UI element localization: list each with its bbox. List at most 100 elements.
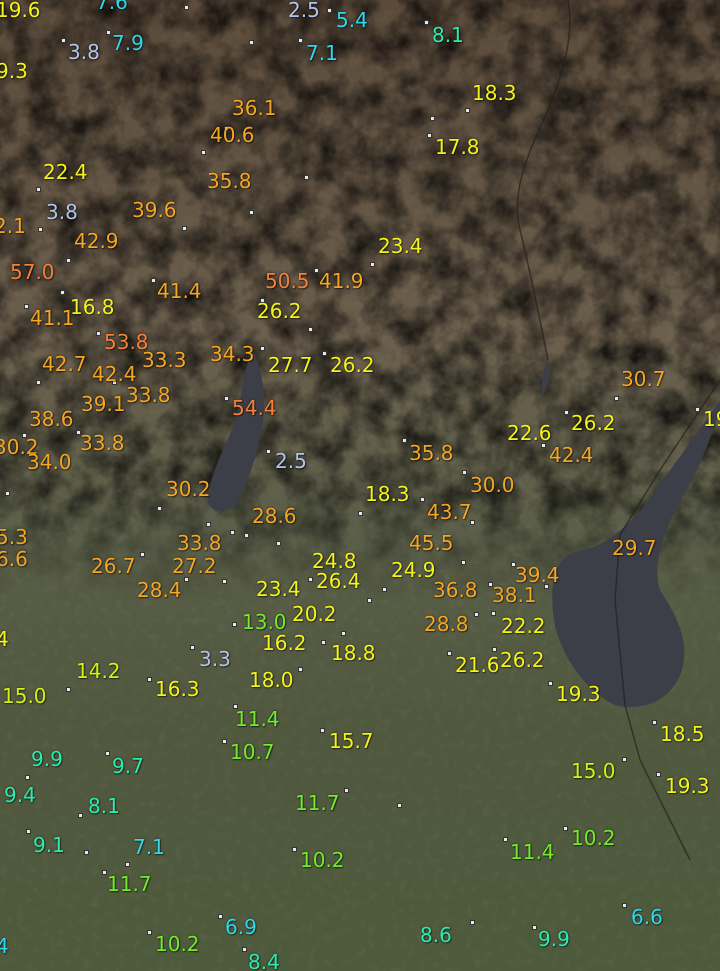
station-marker[interactable] — [563, 826, 568, 831]
station-marker[interactable] — [184, 5, 189, 10]
station-marker[interactable] — [447, 651, 452, 656]
station-marker[interactable] — [470, 920, 475, 925]
station-marker[interactable] — [201, 150, 206, 155]
station-marker[interactable] — [84, 850, 89, 855]
station-marker[interactable] — [370, 262, 375, 267]
station-marker[interactable] — [430, 116, 435, 121]
station-marker[interactable] — [308, 327, 313, 332]
station-reading: 33.8 — [126, 383, 171, 407]
station-reading: 26.2 — [330, 353, 375, 377]
station-marker[interactable] — [5, 491, 10, 496]
station-marker[interactable] — [182, 226, 187, 231]
station-marker[interactable] — [402, 438, 407, 443]
station-marker[interactable] — [367, 598, 372, 603]
station-marker[interactable] — [491, 611, 496, 616]
station-marker[interactable] — [548, 681, 553, 686]
station-marker[interactable] — [276, 541, 281, 546]
station-marker[interactable] — [157, 506, 162, 511]
station-marker[interactable] — [222, 579, 227, 584]
station-marker[interactable] — [420, 497, 425, 502]
station-reading: 23.4 — [256, 577, 301, 601]
station-marker[interactable] — [358, 511, 363, 516]
station-marker[interactable] — [232, 622, 237, 627]
station-marker[interactable] — [474, 612, 479, 617]
station-reading: 9.7 — [112, 754, 144, 778]
station-marker[interactable] — [292, 847, 297, 852]
station-reading: 38.1 — [492, 583, 537, 607]
station-marker[interactable] — [304, 175, 309, 180]
station-marker[interactable] — [24, 304, 29, 309]
station-marker[interactable] — [222, 739, 227, 744]
station-reading: 9.4 — [4, 783, 36, 807]
station-marker[interactable] — [503, 837, 508, 842]
station-marker[interactable] — [266, 449, 271, 454]
station-marker[interactable] — [492, 647, 497, 652]
station-marker[interactable] — [105, 751, 110, 756]
station-reading: 7.6 — [96, 0, 128, 14]
station-marker[interactable] — [190, 645, 195, 650]
station-marker[interactable] — [461, 560, 466, 565]
station-marker[interactable] — [308, 577, 313, 582]
station-marker[interactable] — [382, 587, 387, 592]
station-marker[interactable] — [218, 914, 223, 919]
station-marker[interactable] — [322, 351, 327, 356]
station-marker[interactable] — [427, 133, 432, 138]
station-marker[interactable] — [327, 8, 332, 13]
station-reading: 38.6 — [29, 407, 74, 431]
station-marker[interactable] — [532, 925, 537, 930]
station-marker[interactable] — [249, 210, 254, 215]
station-marker[interactable] — [224, 396, 229, 401]
station-reading: 36.8 — [433, 578, 478, 602]
station-marker[interactable] — [151, 278, 156, 283]
station-marker[interactable] — [60, 290, 65, 295]
station-marker[interactable] — [321, 640, 326, 645]
station-marker[interactable] — [78, 813, 83, 818]
station-marker[interactable] — [96, 331, 101, 336]
station-reading: 8.4 — [248, 950, 280, 971]
station-marker[interactable] — [206, 522, 211, 527]
station-marker[interactable] — [61, 38, 66, 43]
station-marker[interactable] — [36, 380, 41, 385]
station-marker[interactable] — [298, 38, 303, 43]
station-reading: 16.2 — [262, 631, 307, 655]
station-marker[interactable] — [147, 930, 152, 935]
station-marker[interactable] — [614, 396, 619, 401]
station-reading: 30.2 — [166, 477, 211, 501]
station-marker[interactable] — [397, 803, 402, 808]
station-marker[interactable] — [260, 346, 265, 351]
station-marker[interactable] — [465, 108, 470, 113]
station-marker[interactable] — [38, 227, 43, 232]
station-marker[interactable] — [462, 470, 467, 475]
station-marker[interactable] — [344, 788, 349, 793]
station-reading: 45.5 — [409, 531, 454, 555]
station-marker[interactable] — [424, 20, 429, 25]
station-marker[interactable] — [66, 258, 71, 263]
station-marker[interactable] — [320, 728, 325, 733]
station-marker[interactable] — [26, 829, 31, 834]
station-marker[interactable] — [230, 530, 235, 535]
station-reading: 28.6 — [252, 504, 297, 528]
station-marker[interactable] — [242, 947, 247, 952]
station-reading: 42.4 — [549, 443, 594, 467]
station-marker[interactable] — [147, 677, 152, 682]
station-marker[interactable] — [125, 862, 130, 867]
station-marker[interactable] — [341, 631, 346, 636]
station-marker[interactable] — [106, 30, 111, 35]
station-marker[interactable] — [622, 757, 627, 762]
station-marker[interactable] — [66, 687, 71, 692]
station-marker[interactable] — [244, 533, 249, 538]
weather-map[interactable]: 19.6 7.6 2.5 5.4 8.1 9.3 3.8 7.9 7.1 18.3 36.1 40.6… — [0, 0, 720, 971]
station-reading: 39.4 — [515, 563, 560, 587]
station-marker[interactable] — [695, 407, 700, 412]
station-marker[interactable] — [622, 903, 627, 908]
station-marker[interactable] — [564, 410, 569, 415]
station-reading: 10.2 — [300, 848, 345, 872]
station-marker[interactable] — [36, 187, 41, 192]
station-marker[interactable] — [656, 772, 661, 777]
station-reading: 41.9 — [319, 269, 364, 293]
station-marker[interactable] — [140, 552, 145, 557]
station-marker[interactable] — [652, 720, 657, 725]
station-marker[interactable] — [298, 667, 303, 672]
station-marker[interactable] — [25, 775, 30, 780]
station-marker[interactable] — [249, 40, 254, 45]
